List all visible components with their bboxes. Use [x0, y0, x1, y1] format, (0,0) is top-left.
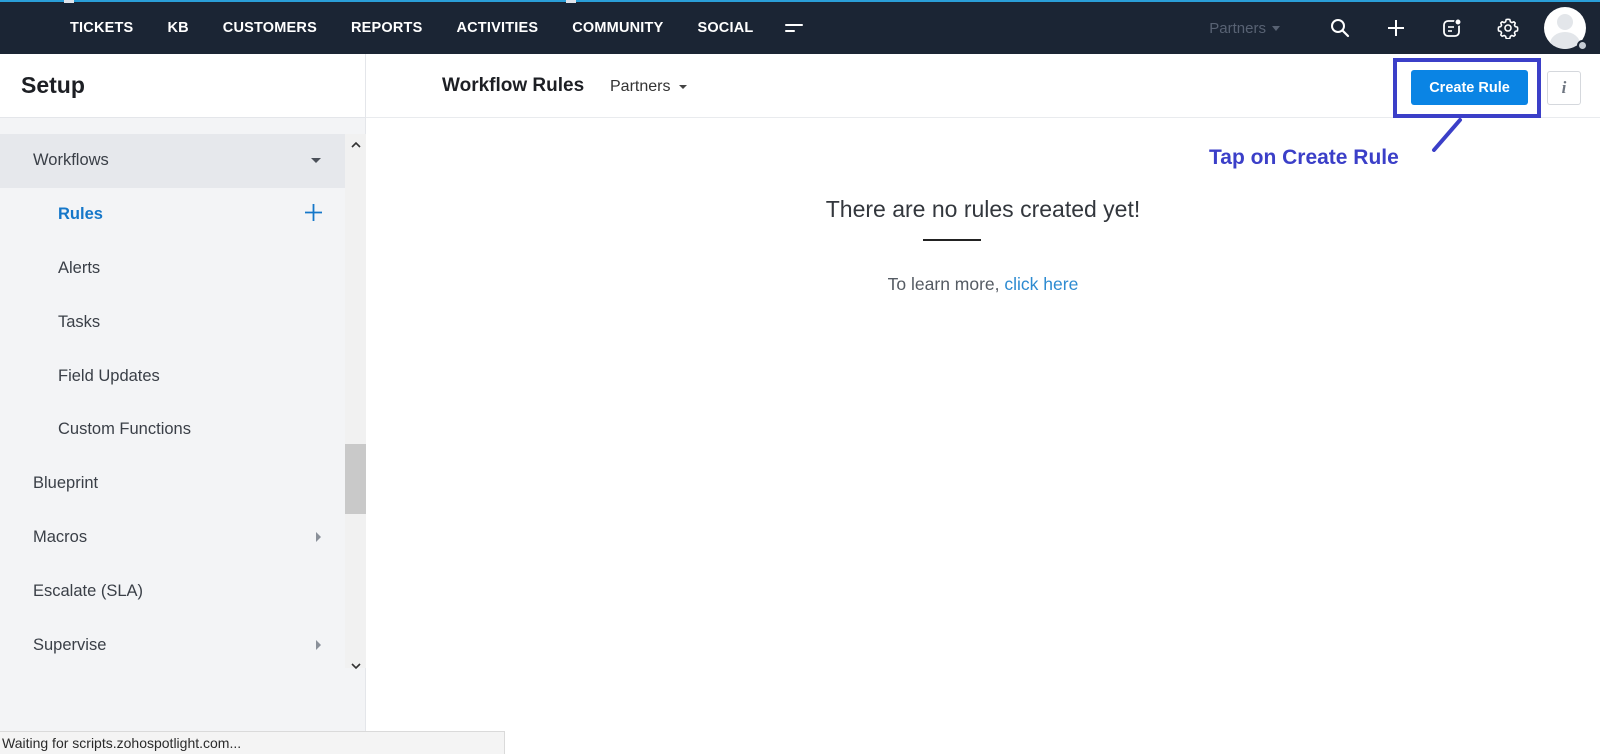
nav-tickets[interactable]: TICKETS: [53, 2, 150, 54]
chevron-right-icon: [316, 640, 321, 651]
sidebar-item-label: Blueprint: [33, 474, 99, 493]
annotation-text: Tap on Create Rule: [1209, 146, 1399, 169]
notification-icon[interactable]: [1424, 2, 1480, 54]
scroll-down-arrow-icon[interactable]: [345, 656, 366, 676]
sidebar-item-escalate-sla[interactable]: Escalate (SLA): [0, 564, 345, 618]
empty-state-subtext: To learn more, click here: [366, 274, 1600, 295]
create-rule-button[interactable]: Create Rule: [1411, 70, 1528, 105]
sidebar-item-label: Rules: [58, 205, 103, 224]
search-icon[interactable]: [1312, 2, 1368, 54]
menu-more-icon[interactable]: [774, 2, 814, 54]
sidebar-item-workflows[interactable]: Workflows: [0, 134, 345, 188]
sidebar-item-tasks[interactable]: Tasks: [0, 295, 345, 349]
setup-menu: Workflows Rules Alerts Tasks Field Updat…: [0, 134, 345, 668]
learn-more-link[interactable]: click here: [1004, 274, 1078, 294]
empty-state-prefix: To learn more,: [887, 274, 1000, 294]
department-filter[interactable]: Partners: [610, 78, 688, 96]
sidebar-item-custom-functions[interactable]: Custom Functions: [0, 403, 345, 457]
top-right-tools: Partners: [1209, 2, 1600, 54]
sidebar-item-macros[interactable]: Macros: [0, 511, 345, 565]
plus-icon[interactable]: [1368, 2, 1424, 54]
sidebar-item-alerts[interactable]: Alerts: [0, 242, 345, 296]
nav-community[interactable]: COMMUNITY: [555, 2, 680, 54]
sidebar-scrollbar[interactable]: [345, 134, 366, 669]
scroll-up-arrow-icon[interactable]: [345, 134, 366, 154]
info-button[interactable]: i: [1547, 71, 1581, 105]
setup-title: Setup: [21, 72, 85, 98]
setup-header: Setup: [0, 54, 365, 118]
divider: [923, 239, 981, 241]
sidebar-item-label: Macros: [33, 527, 88, 546]
department-filter-label: Partners: [610, 78, 671, 95]
browser-status-bar: Waiting for scripts.zohospotlight.com...: [0, 731, 505, 754]
sidebar-item-label: Escalate (SLA): [33, 581, 144, 600]
chevron-down-icon: [1272, 25, 1280, 31]
add-rule-plus-icon[interactable]: [304, 203, 323, 227]
department-label: Partners: [1209, 19, 1266, 37]
nav-kb[interactable]: KB: [150, 2, 205, 54]
nav-customers[interactable]: CUSTOMERS: [206, 2, 334, 54]
sidebar-item-field-updates[interactable]: Field Updates: [0, 349, 345, 403]
chevron-down-icon: [679, 85, 688, 89]
sidebar-item-label: Supervise: [33, 635, 107, 654]
sidebar-item-label: Alerts: [58, 258, 101, 277]
sidebar-item-label: Workflows: [33, 151, 109, 170]
scrollbar-thumb[interactable]: [345, 444, 366, 514]
nav-reports[interactable]: REPORTS: [334, 2, 440, 54]
chevron-down-icon: [311, 158, 321, 164]
empty-state-title: There are no rules created yet!: [825, 196, 1141, 222]
sidebar-item-label: Tasks: [58, 312, 101, 331]
nav-activities[interactable]: ACTIVITIES: [439, 2, 555, 54]
sidebar-item-supervise[interactable]: Supervise: [0, 618, 345, 668]
status-indicator: [1577, 40, 1588, 51]
sidebar-item-label: Field Updates: [58, 366, 160, 385]
gear-icon[interactable]: [1480, 2, 1536, 54]
chevron-right-icon: [316, 532, 321, 543]
sidebar-item-label: Custom Functions: [58, 420, 191, 439]
department-selector[interactable]: Partners: [1209, 20, 1280, 37]
top-navigation-bar: TICKETS KB CUSTOMERS REPORTS ACTIVITIES …: [0, 0, 1600, 54]
main-nav: TICKETS KB CUSTOMERS REPORTS ACTIVITIES …: [53, 2, 814, 54]
sidebar-item-blueprint[interactable]: Blueprint: [0, 457, 345, 511]
page-title: Workflow Rules: [442, 75, 585, 96]
nav-social[interactable]: SOCIAL: [680, 2, 770, 54]
annotation-pointer-line: [1432, 118, 1462, 152]
sidebar-item-rules[interactable]: Rules: [0, 188, 345, 242]
